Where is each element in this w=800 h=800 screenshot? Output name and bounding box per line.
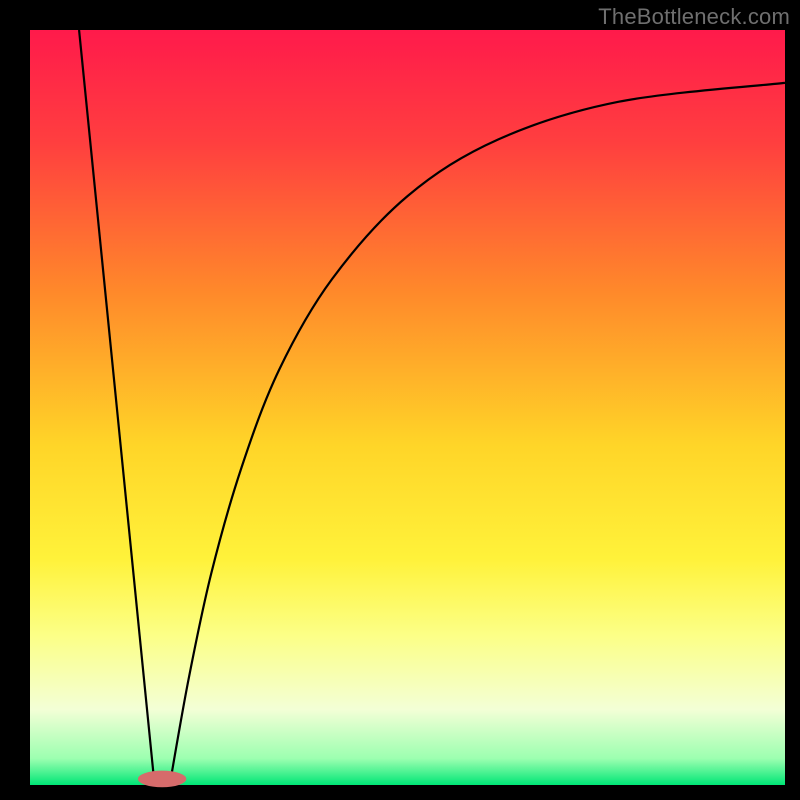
bottleneck-chart — [0, 0, 800, 800]
watermark-text: TheBottleneck.com — [598, 4, 790, 30]
chart-frame: TheBottleneck.com — [0, 0, 800, 800]
min-marker — [138, 771, 186, 788]
